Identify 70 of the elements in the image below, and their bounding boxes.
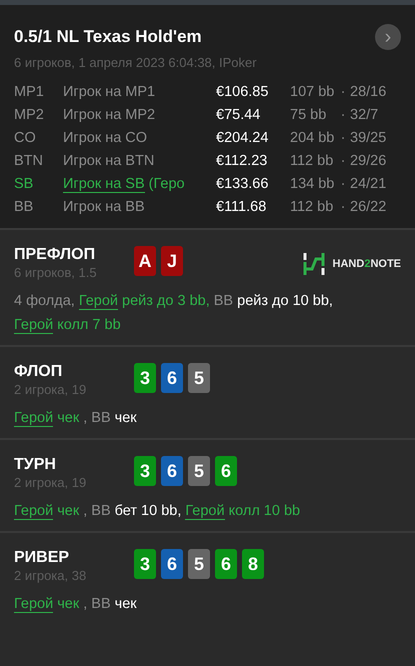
hero-link[interactable]: Герой	[14, 503, 54, 520]
playing-card: 3	[134, 549, 156, 579]
playing-card: 6	[161, 456, 183, 486]
playing-card: 5	[188, 549, 210, 579]
stack-amount: €106.85	[216, 83, 270, 101]
stack-bb: 204 bb	[290, 129, 336, 147]
street-name: РИВЕР	[14, 549, 70, 567]
player-stats: 29/26	[350, 152, 388, 170]
playing-card: 5	[188, 363, 210, 393]
position-label: MP1	[14, 83, 45, 101]
hero-link[interactable]: Герой	[14, 410, 54, 427]
stack-amount: €204.24	[216, 129, 270, 147]
playing-card: 8	[242, 549, 264, 579]
action-line: Герой чек , BB чек	[14, 409, 138, 429]
street-name: ПРЕФЛОП	[14, 246, 96, 264]
playing-card: 3	[134, 363, 156, 393]
player-note: (Геро	[148, 176, 185, 192]
stack-amount: €112.23	[216, 152, 268, 170]
logo-icon	[302, 252, 325, 276]
player-stats: 32/7	[350, 106, 380, 124]
action-line: Герой чек , BB бет 10 bb, Герой колл 10 bb	[14, 502, 302, 522]
playing-card: 3	[134, 456, 156, 486]
separator-dot: ·	[340, 83, 346, 101]
player-stats: 26/22	[350, 198, 388, 216]
player-stats: 28/16	[350, 83, 388, 101]
player-name[interactable]: Игрок на MP2	[63, 107, 156, 123]
separator-dot: ·	[340, 198, 346, 216]
playing-card: 5	[188, 456, 210, 486]
playing-card: 6	[215, 456, 237, 486]
position-label: SB	[14, 175, 34, 193]
player-stats: 24/21	[350, 175, 388, 193]
hero-link[interactable]: Герой	[14, 317, 54, 334]
action-line: Герой чек , BB чек	[14, 595, 138, 615]
next-button[interactable]: ›	[375, 24, 401, 50]
position-label: BB	[14, 198, 34, 216]
street-name: ТУРН	[14, 456, 57, 474]
stack-amount: €133.66	[216, 175, 270, 193]
playing-card: 6	[215, 549, 237, 579]
stack-amount: €111.68	[216, 198, 268, 216]
position-label: MP2	[14, 106, 45, 124]
logo-text: HAND2NOTE	[332, 258, 401, 270]
hero-link[interactable]: Герой	[78, 293, 118, 310]
separator-dot: ·	[340, 175, 346, 193]
stack-amount: €75.44	[216, 106, 262, 124]
stack-bb: 107 bb	[290, 83, 336, 101]
hand-info: 6 игроков, 1 апреля 2023 6:04:38, IPoker	[14, 55, 258, 70]
player-name[interactable]: Игрок на SB	[63, 176, 145, 193]
stack-bb: 134 bb	[290, 175, 336, 193]
separator-dot: ·	[340, 152, 346, 170]
player-name[interactable]: Игрок на MP1	[63, 84, 156, 100]
player-name[interactable]: Игрок на CO	[63, 130, 148, 146]
player-name[interactable]: Игрок на BB	[63, 199, 145, 215]
hero-link[interactable]: Герой	[185, 503, 225, 520]
position-label: CO	[14, 129, 37, 147]
player-name[interactable]: Игрок на BTN	[63, 153, 154, 169]
position-label: BTN	[14, 152, 44, 170]
action-line: 4 фолда, Герой рейз до 3 bb, BB рейз до 10 bb, Герой колл 7 bb	[14, 292, 334, 336]
hand-title: 0.5/1 NL Texas Hold'em	[14, 27, 202, 47]
playing-card: 6	[161, 363, 183, 393]
playing-card: A	[134, 246, 156, 276]
separator-dot: ·	[340, 106, 346, 124]
separator-dot: ·	[340, 129, 346, 147]
stack-bb: 75 bb	[290, 106, 328, 124]
playing-card: J	[161, 246, 183, 276]
player-stats: 39/25	[350, 129, 388, 147]
stack-bb: 112 bb	[290, 198, 334, 216]
hero-link[interactable]: Герой	[14, 596, 54, 613]
playing-card: 6	[161, 549, 183, 579]
stack-bb: 112 bb	[290, 152, 334, 170]
street-name: ФЛОП	[14, 363, 64, 381]
